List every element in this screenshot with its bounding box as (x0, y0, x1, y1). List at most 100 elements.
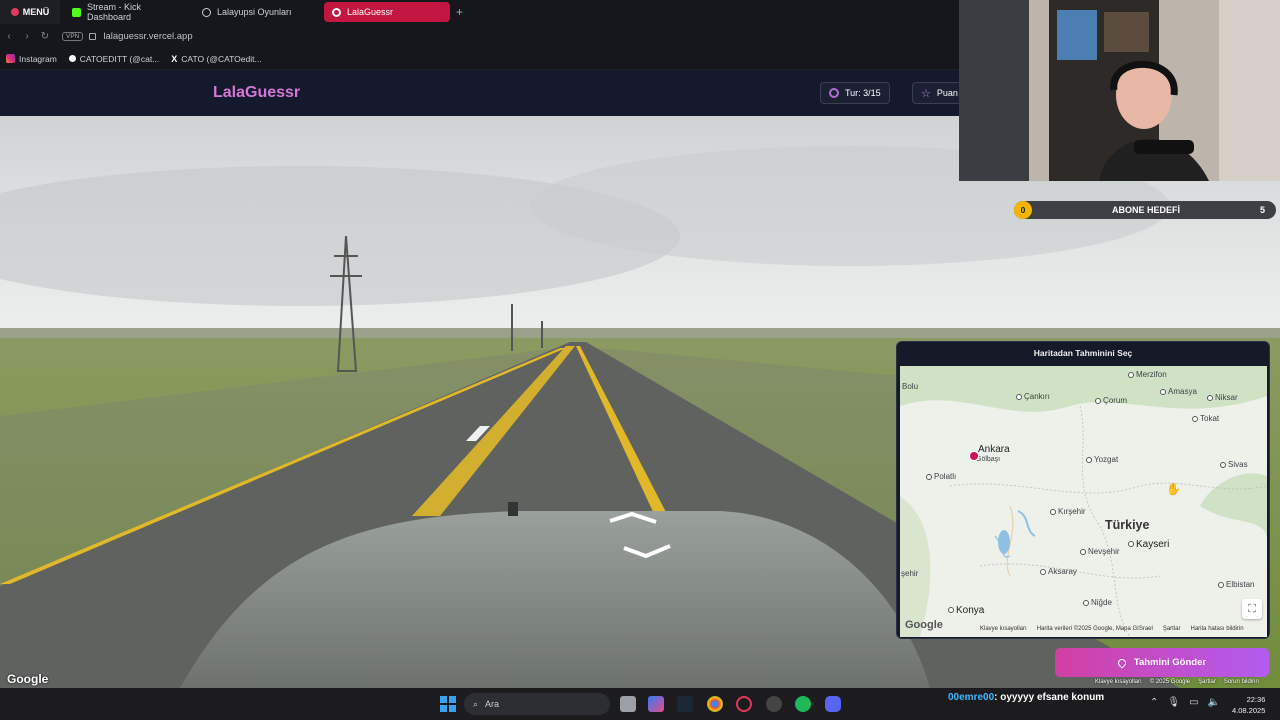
chrome-icon[interactable] (707, 696, 723, 712)
map-city: Sivas (1220, 460, 1248, 469)
kick-icon (72, 7, 81, 17)
round-indicator: Tur: 3/15 (820, 82, 890, 104)
obs-icon[interactable] (766, 696, 782, 712)
search-icon: ⌕ (473, 698, 479, 709)
bookmark-tiktok[interactable]: CATOEDITT (@cat... (68, 53, 160, 64)
submit-guess-button[interactable]: Tahmini Gönder (1055, 648, 1269, 677)
windows-start-icon[interactable] (440, 696, 456, 712)
map-city-ankara: Ankara (978, 444, 1010, 455)
site-icon (332, 7, 341, 17)
guess-map-panel: Haritadan Tahminini Seç Merzifon Çankırı… (896, 341, 1270, 639)
globe-icon (202, 7, 211, 17)
new-tab-button[interactable]: + (456, 5, 463, 19)
chevron-up-icon[interactable]: ⌃ (1150, 697, 1158, 708)
copilot-icon[interactable] (648, 696, 664, 712)
search-placeholder: Ara (485, 699, 500, 709)
map-city: Tokat (1192, 414, 1219, 423)
copyright-text: © 2025 Google (1149, 679, 1191, 685)
bookmarks-bar: Instagram CATOEDITT (@cat... X CATO (@CA… (0, 48, 960, 70)
discord-icon[interactable] (825, 696, 841, 712)
volume-icon[interactable]: 🔈 (1208, 697, 1220, 708)
google-logo[interactable]: Google (905, 619, 943, 631)
map-city: Niksar (1207, 393, 1238, 402)
bookmark-instagram[interactable]: Instagram (6, 54, 57, 64)
map-data-credit: Harita verileri ©2025 Google, Mapa GISra… (1036, 626, 1153, 632)
tab-lalaguessr[interactable]: LalaGuessr (324, 2, 450, 22)
chat-username: 00emre00 (948, 692, 995, 703)
clock-time: 22:36 (1246, 695, 1266, 704)
opera-gx-icon[interactable] (736, 696, 752, 712)
browser-tab-bar: MENÜ Stream - Kick Dashboard Lalayupsi O… (0, 0, 960, 24)
spotify-icon[interactable] (795, 696, 811, 712)
map-city: Aksaray (1040, 567, 1077, 576)
street-view-attribution: Klavye kısayolları © 2025 Google Şartlar… (1095, 679, 1259, 685)
map-city: Niğde (1083, 598, 1112, 607)
back-icon[interactable]: ‹ (0, 31, 18, 42)
map-city: Kırşehir (1050, 507, 1086, 516)
bookmark-label: Instagram (19, 53, 57, 64)
steam-icon[interactable] (677, 696, 693, 712)
map-city: Gölbaşı (976, 456, 1001, 463)
map-city: Kayseri (1128, 539, 1169, 550)
reload-icon[interactable]: ↻ (36, 31, 54, 42)
menu-label: MENÜ (22, 7, 50, 17)
bookmark-label: CATOEDITT (@cat... (79, 53, 160, 64)
map-attribution: Klavye kısayolları Harita verileri ©2025… (980, 626, 1244, 632)
taskbar-search[interactable]: ⌕ Ara (464, 693, 610, 715)
subscriber-goal-bar: 0 ABONE HEDEFİ 5 (1014, 201, 1276, 219)
goal-label: ABONE HEDEFİ (1111, 205, 1180, 215)
microphone-icon[interactable]: 🎙 (1167, 697, 1180, 708)
taskbar-clock[interactable]: 22:36 4.08.2025 (1232, 694, 1265, 716)
lock-icon[interactable] (89, 32, 97, 40)
tab-lalayupsi-oyunlari[interactable]: Lalayupsi Oyunları (194, 2, 320, 22)
guess-map[interactable]: Merzifon Çankırı Çorum Amasya Niksar Tok… (900, 366, 1267, 637)
chat-overlay-message: 00emre00: oyyyyy efsane konum (948, 692, 1104, 703)
tab-label: Stream - Kick Dashboard (87, 2, 142, 22)
app-header: LalaGuessr Tur: 3/15 ☆ Puan (0, 70, 972, 116)
fullscreen-icon[interactable]: ⛶ (1242, 599, 1262, 619)
browser-menu-button[interactable]: MENÜ (0, 0, 60, 24)
goal-current: 0 (1014, 201, 1032, 219)
target-icon (829, 88, 839, 98)
map-city: Merzifon (1128, 370, 1167, 379)
terms-link[interactable]: Şartlar (1163, 626, 1181, 632)
vpn-badge[interactable]: VPN (62, 31, 84, 41)
map-city: Polatlı (926, 472, 956, 481)
report-problem-link[interactable]: Sorun bildirin (1224, 679, 1259, 685)
round-label: Tur: 3/15 (845, 88, 881, 98)
map-city: Bolu (902, 382, 919, 391)
webcam-overlay (959, 0, 1280, 181)
map-city: Amasya (1160, 387, 1197, 396)
x-icon: X (171, 53, 178, 64)
opera-logo-icon (10, 8, 19, 16)
bookmark-x[interactable]: X CATO (@CATOedit... (171, 54, 261, 64)
windows-taskbar: ⌕ Ara 00emre00: oyyyyy efsane konum ⌃ 🎙 … (0, 688, 1280, 720)
task-view-icon[interactable] (620, 696, 636, 712)
score-label: Puan (936, 88, 958, 98)
submit-guess-label: Tahmini Gönder (1133, 657, 1207, 668)
instagram-icon (6, 54, 15, 63)
map-country-label: Türkiye (1105, 518, 1150, 532)
map-city: Nevşehir (1080, 547, 1120, 556)
keyboard-shortcuts-link[interactable]: Klavye kısayolları (1095, 679, 1142, 685)
goal-target: 5 (1260, 205, 1266, 215)
tab-kick-dashboard[interactable]: Stream - Kick Dashboard (64, 2, 190, 22)
google-logo[interactable]: Google (7, 672, 48, 686)
map-city: şehir (901, 569, 919, 578)
brand-title[interactable]: LalaGuessr (213, 84, 300, 102)
map-city: Yozgat (1086, 455, 1118, 464)
url-field[interactable]: lalaguessr.vercel.app (103, 31, 192, 42)
terms-link[interactable]: Şartlar (1198, 679, 1216, 685)
tiktok-icon (68, 55, 76, 62)
map-city: Çankırı (1016, 392, 1050, 401)
report-map-error-link[interactable]: Harita hatası bildirin (1191, 626, 1244, 632)
map-panel-title: Haritadan Tahminini Seç (1033, 348, 1133, 358)
forward-icon[interactable]: › (18, 31, 36, 42)
keyboard-shortcuts-link[interactable]: Klavye kısayolları (980, 626, 1027, 632)
guess-marker[interactable] (969, 451, 979, 461)
map-city: Konya (948, 605, 984, 616)
display-icon[interactable]: ▭ (1189, 697, 1198, 708)
map-city: Elbistan (1218, 580, 1254, 589)
star-icon: ☆ (921, 87, 931, 100)
bookmark-label: CATO (@CATOedit... (181, 53, 262, 64)
